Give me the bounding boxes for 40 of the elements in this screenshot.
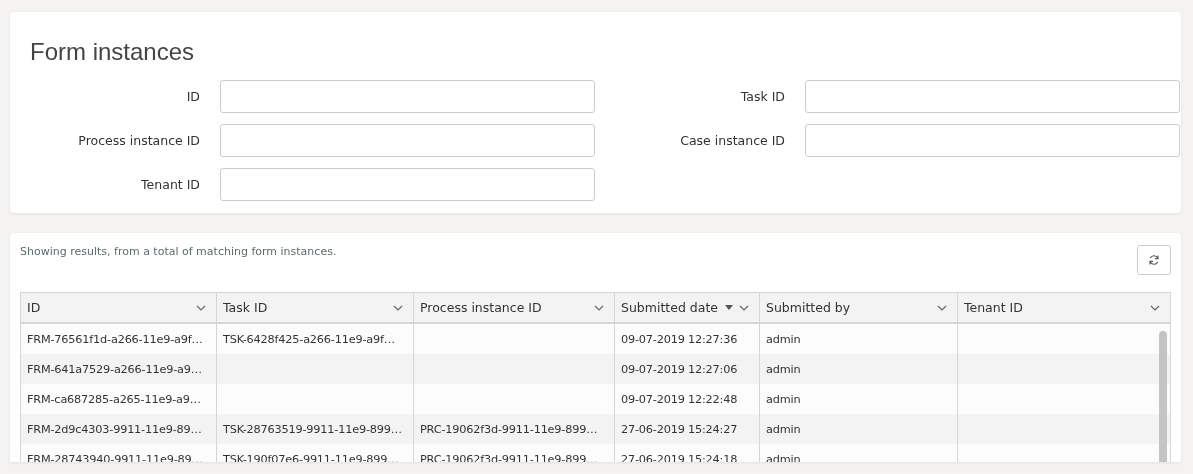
column-title: Task ID: [223, 300, 269, 315]
chevron-down-icon[interactable]: [1150, 304, 1160, 311]
table-cell: PRC-19062f3d-9911-11e9-899…: [414, 444, 615, 462]
input-field[interactable]: [220, 80, 595, 113]
column-title: Tenant ID: [964, 300, 1024, 315]
field-label: Tenant ID: [140, 177, 200, 192]
column-header[interactable]: Submitted date: [615, 293, 760, 324]
page-title: Form instances: [30, 38, 196, 66]
column-title: ID: [27, 300, 42, 315]
column-header[interactable]: Task ID: [217, 293, 414, 324]
input-field[interactable]: [805, 124, 1180, 157]
table-cell: TSK-190f07e6-9911-11e9-899…: [217, 444, 414, 462]
chevron-down-icon[interactable]: [937, 304, 947, 311]
table-cell: FRM-28743940-9911-11e9-89…: [21, 444, 217, 462]
table-row[interactable]: FRM-641a7529-a266-11e9-a9… 09-07-2019 12:27:06 admin: [21, 354, 1170, 384]
table-row[interactable]: FRM-2d9c4303-9911-11e9-89… TSK-28763519-9911-11e9-899… PRC-19062f3d-9911-11e9-899… 27-06-2019 15:24:27 admin: [21, 414, 1170, 444]
results-summary: Showing results, from a total of matching form instances.: [20, 245, 337, 258]
refresh-icon: [1148, 254, 1160, 266]
refresh-button[interactable]: [1137, 245, 1171, 275]
column-title: Process instance ID: [420, 300, 543, 315]
table-row[interactable]: FRM-28743940-9911-11e9-89… TSK-190f07e6-9911-11e9-899… PRC-19062f3d-9911-11e9-899… 27-06-2019 15:24:18 admin: [21, 444, 1170, 462]
column-header[interactable]: ID: [21, 293, 217, 324]
field-label: Task ID: [739, 89, 785, 104]
field-label: ID: [185, 89, 200, 104]
table-cell: 27-06-2019 15:24:18: [615, 444, 760, 462]
column-header[interactable]: Tenant ID: [958, 293, 1170, 324]
field-label: Case instance ID: [679, 133, 785, 148]
column-title: Submitted date: [621, 300, 720, 315]
chevron-down-icon[interactable]: [393, 304, 403, 311]
chevron-down-icon[interactable]: [196, 304, 206, 311]
input-field[interactable]: [805, 80, 1180, 113]
chevron-down-icon[interactable]: [594, 304, 604, 311]
chevron-down-icon[interactable]: [739, 304, 749, 311]
column-header[interactable]: Submitted by: [760, 293, 958, 324]
column-title: Submitted by: [766, 300, 852, 315]
table-cell: admin: [760, 444, 958, 462]
input-field[interactable]: [220, 124, 595, 157]
column-header[interactable]: Process instance ID: [414, 293, 615, 324]
field-label: Process instance ID: [77, 133, 200, 148]
input-field[interactable]: [220, 168, 595, 201]
